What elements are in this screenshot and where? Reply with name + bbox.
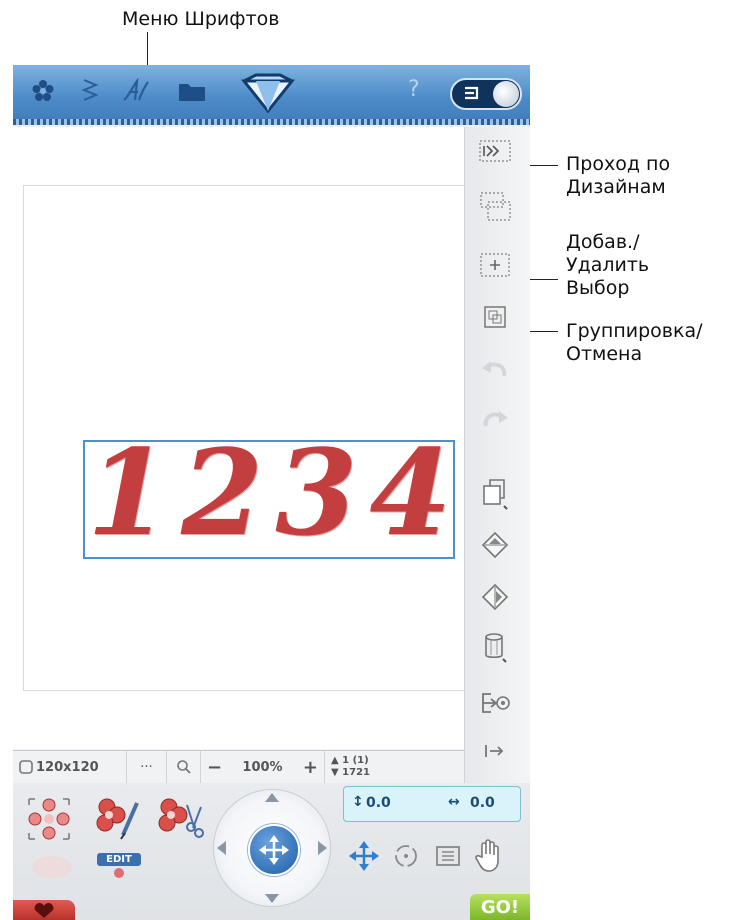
- status-bar: 120x120 ··· − 100% + ▲ 1 (1) ▼ 1721: [13, 750, 464, 784]
- vertical-position-value: 0.0: [366, 795, 391, 811]
- edit-text-button[interactable]: EDIT: [97, 853, 141, 885]
- go-button[interactable]: GO!: [470, 894, 530, 920]
- color-block-count: 1 (1): [342, 755, 369, 766]
- move-mode-icon[interactable]: [347, 839, 381, 877]
- design-shape-icon: [29, 853, 75, 885]
- color-block-row: ▲ 1 (1): [331, 755, 369, 767]
- zoom-magnifier-icon: [176, 760, 191, 774]
- move-up-arrow[interactable]: [265, 793, 279, 802]
- more-options-label: ···: [140, 759, 153, 775]
- pan-hand-icon[interactable]: [473, 837, 505, 877]
- zoom-in-button[interactable]: +: [303, 757, 318, 778]
- scale-mode-icon[interactable]: [433, 841, 463, 875]
- go-to-end-icon[interactable]: [475, 731, 515, 771]
- move-right-arrow[interactable]: [318, 841, 327, 855]
- zoom-button[interactable]: [167, 751, 201, 783]
- mode-toggle-knob: [493, 81, 519, 107]
- design-info: ▲ 1 (1) ▼ 1721: [325, 751, 464, 783]
- move-down-arrow[interactable]: [265, 894, 279, 903]
- mirror-vertical-icon[interactable]: [475, 525, 515, 565]
- delete-trash-icon[interactable]: [475, 627, 515, 667]
- add-remove-selection-icon[interactable]: [475, 245, 515, 285]
- horizontal-position-icon: ↔: [448, 794, 460, 810]
- mode-toggle-icon: [465, 86, 479, 100]
- select-all-designs-icon[interactable]: [475, 187, 515, 227]
- stitch-menu-icon[interactable]: [75, 75, 105, 107]
- font-menu-annotation: Меню Шрифтов: [122, 8, 280, 30]
- group-ungroup-annotation: Группировка/ Отмена: [566, 320, 703, 365]
- move-left-arrow[interactable]: [217, 841, 226, 855]
- move-center-button[interactable]: [248, 824, 300, 876]
- group-ungroup-icon[interactable]: [475, 297, 515, 337]
- right-toolbar: [464, 127, 530, 787]
- hoop-size-selector[interactable]: 120x120: [13, 751, 127, 783]
- bottom-panel: EDIT ↕ 0.0 ↔ 0.0 GO!: [13, 783, 530, 920]
- hoop-icon: [19, 760, 33, 774]
- add-remove-selection-annotation: Добав./ Удалить Выбор: [566, 231, 650, 299]
- redo-icon: [475, 401, 515, 441]
- stitch-edit-flower-icon[interactable]: [93, 797, 141, 845]
- topbar-stitch-border: [13, 119, 530, 125]
- top-toolbar: ?: [13, 65, 530, 125]
- undo-icon: [475, 351, 515, 391]
- design-text-1234: 1234: [87, 423, 464, 562]
- color-block-icon: ▲: [331, 755, 343, 766]
- selected-design[interactable]: 1234: [83, 428, 455, 559]
- help-icon[interactable]: ?: [408, 77, 420, 102]
- hoop-size-label: 120x120: [36, 759, 99, 775]
- folder-icon[interactable]: [175, 75, 209, 107]
- more-options-button[interactable]: ···: [127, 751, 167, 783]
- step-through-designs-icon[interactable]: [475, 131, 515, 171]
- edit-text-label: EDIT: [97, 853, 141, 866]
- diamond-logo-icon[interactable]: [238, 73, 298, 114]
- zoom-level-value: 100%: [242, 759, 283, 775]
- position-readout: ↕ 0.0 ↔ 0.0: [343, 786, 521, 822]
- rotate-mode-icon[interactable]: [391, 841, 421, 875]
- mode-toggle[interactable]: [450, 78, 522, 110]
- embroidery-canvas[interactable]: 1234: [13, 127, 465, 749]
- heart-icon: [34, 903, 54, 918]
- vertical-position-icon: ↕: [352, 794, 364, 810]
- cut-design-flower-icon[interactable]: [155, 797, 205, 845]
- move-wheel[interactable]: [213, 789, 331, 907]
- stitch-count: 1721: [342, 767, 371, 778]
- mirror-horizontal-icon[interactable]: [475, 577, 515, 617]
- zoom-controls: − 100% +: [201, 751, 325, 783]
- step-designs-annotation: Проход по Дизайнам: [566, 153, 671, 198]
- duplicate-icon[interactable]: [475, 473, 515, 513]
- stitch-icon: ▼: [331, 767, 343, 778]
- move-cross-icon: [259, 835, 289, 865]
- flower-design-menu-icon[interactable]: [27, 75, 59, 107]
- font-menu-icon[interactable]: [119, 75, 153, 107]
- stitch-count-row: ▼ 1721: [331, 767, 370, 779]
- edit-text-flower-icon: [114, 868, 124, 878]
- favorites-button[interactable]: [13, 900, 75, 920]
- embroidery-edit-screen: ? 1234 120x120 ··· − 100% + ▲ 1 (1) ▼ 17…: [13, 65, 530, 920]
- horizontal-position-value: 0.0: [470, 795, 495, 811]
- save-to-favorites-icon[interactable]: [475, 683, 515, 723]
- arrange-flower-icon[interactable]: [27, 797, 71, 845]
- zoom-out-button[interactable]: −: [207, 757, 222, 778]
